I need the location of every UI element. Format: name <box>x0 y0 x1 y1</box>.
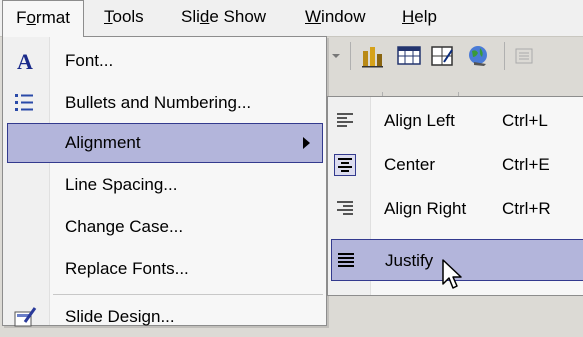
submenu-item-center[interactable]: Center Ctrl+E <box>328 143 583 187</box>
toolbar-separator <box>504 42 505 70</box>
menu-format[interactable]: Format <box>2 0 84 37</box>
justify-icon <box>338 253 354 267</box>
menu-item-alignment[interactable]: Alignment <box>7 123 323 163</box>
submenu-item-label: Align Right <box>384 199 467 218</box>
shortcut-label: Ctrl+R <box>502 199 551 218</box>
toolbar-dropdown-icon[interactable] <box>330 50 342 62</box>
menu-item-label: Line Spacing... <box>65 175 178 194</box>
menu-separator <box>53 294 323 295</box>
hyperlink-globe-icon[interactable] <box>466 43 492 69</box>
slide-design-icon <box>14 307 37 327</box>
menu-item-slide-design[interactable]: Slide Design... <box>3 297 326 337</box>
menu-item-label: Replace Fonts... <box>65 259 189 278</box>
format-menu: A Font... Bullets and Numbering... Align… <box>2 36 327 327</box>
menu-tools[interactable]: Tools <box>104 0 144 36</box>
menu-bar: Format Tools Slide Show Window Help <box>0 0 583 37</box>
toolbar-separator <box>350 42 351 70</box>
menu-slide-show[interactable]: Slide Show <box>181 0 266 36</box>
submenu-item-label: Center <box>384 155 436 174</box>
menu-item-change-case[interactable]: Change Case... <box>3 207 326 247</box>
submenu-arrow-icon <box>303 137 310 149</box>
menu-window[interactable]: Window <box>305 0 365 36</box>
menu-help[interactable]: Help <box>402 0 437 36</box>
shortcut-label: Ctrl+L <box>502 111 548 130</box>
chart-icon[interactable] <box>360 43 386 69</box>
menu-item-label: Alignment <box>65 133 141 152</box>
menu-item-label: Font... <box>65 51 114 70</box>
menu-item-label: Bullets and Numbering... <box>65 93 252 112</box>
mouse-cursor-icon <box>442 259 462 289</box>
menu-item-replace-fonts[interactable]: Replace Fonts... <box>3 249 326 289</box>
bullets-icon <box>15 94 33 111</box>
table-icon[interactable] <box>396 44 422 68</box>
align-left-icon <box>337 113 353 127</box>
tables-borders-icon[interactable] <box>430 44 456 68</box>
font-icon: A <box>17 49 33 74</box>
align-center-icon <box>334 154 356 176</box>
menu-item-label: Slide Design... <box>65 307 175 326</box>
menu-item-label: Change Case... <box>65 217 184 236</box>
submenu-item-label: Align Left <box>384 111 455 130</box>
expand-icon[interactable] <box>513 46 537 66</box>
menu-item-line-spacing[interactable]: Line Spacing... <box>3 165 326 205</box>
menu-item-font[interactable]: A Font... <box>3 41 326 81</box>
submenu-item-align-left[interactable]: Align Left Ctrl+L <box>328 99 583 143</box>
align-right-icon <box>337 201 353 215</box>
submenu-item-align-right[interactable]: Align Right Ctrl+R <box>328 187 583 231</box>
shortcut-label: Ctrl+E <box>502 155 550 174</box>
menu-item-bullets-numbering[interactable]: Bullets and Numbering... <box>3 83 326 123</box>
submenu-item-label: Justify <box>385 251 434 270</box>
svg-text:A: A <box>17 49 33 74</box>
